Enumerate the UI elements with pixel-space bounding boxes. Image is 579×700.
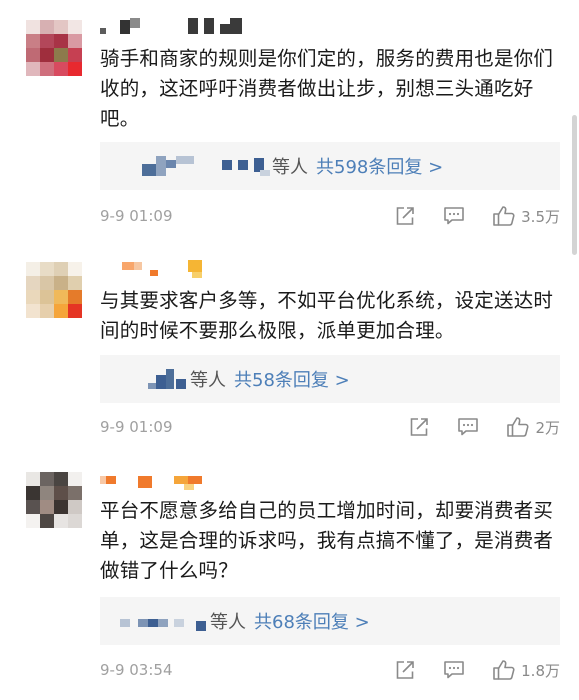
- comment-icon[interactable]: [443, 660, 465, 680]
- thumbs-up-icon: [493, 660, 515, 680]
- comment-icon[interactable]: [443, 206, 465, 226]
- comment-meta: 9-9 03:54 1.8万: [100, 658, 560, 682]
- reply-suffix: 等人: [210, 612, 246, 633]
- thumbs-up-icon: [493, 206, 515, 226]
- username-mosaic[interactable]: [100, 472, 220, 492]
- reply-count-link[interactable]: 共58条回复 >: [234, 366, 350, 392]
- avatar[interactable]: [26, 262, 82, 318]
- comment-text: 骑手和商家的规则是你们定的，服务的费用也是你们收的，这还呼吁消费者做出让步，别想…: [100, 47, 554, 130]
- timestamp: 9-9 01:09: [100, 207, 173, 225]
- username-mosaic[interactable]: [100, 260, 220, 280]
- reply-count-link[interactable]: 共68条回复 >: [254, 608, 370, 634]
- avatar[interactable]: [26, 472, 82, 528]
- comment-meta: 9-9 01:09 2万: [100, 415, 560, 439]
- like-count: 3.5万: [521, 207, 560, 226]
- reply-suffix: 等人: [190, 370, 226, 391]
- reply-count-link[interactable]: 共598条回复 >: [316, 153, 443, 179]
- share-icon[interactable]: [395, 206, 416, 226]
- comment-text: 平台不愿意多给自己的员工增加时间，却要消费者买单，这是合理的诉求吗，我有点搞不懂…: [100, 499, 554, 582]
- comment-icon[interactable]: [457, 417, 479, 437]
- avatar[interactable]: [26, 20, 82, 76]
- replier-avatars-mosaic: [148, 369, 188, 389]
- like-count: 2万: [535, 418, 560, 437]
- replier-avatars-mosaic: [120, 611, 208, 631]
- reply-summary[interactable]: 等人 共68条回复 >: [100, 597, 560, 645]
- share-icon[interactable]: [395, 660, 416, 680]
- share-icon[interactable]: [409, 417, 430, 437]
- reply-summary[interactable]: 等人 共58条回复 >: [100, 355, 560, 403]
- like-button[interactable]: 2万: [506, 416, 560, 438]
- reply-suffix: 等人: [272, 157, 308, 178]
- timestamp: 9-9 03:54: [100, 661, 173, 679]
- username-mosaic[interactable]: [100, 18, 260, 38]
- reply-summary[interactable]: 等人 共598条回复 >: [100, 142, 560, 190]
- like-count: 1.8万: [521, 661, 560, 680]
- scrollbar[interactable]: [572, 115, 577, 255]
- timestamp: 9-9 01:09: [100, 418, 173, 436]
- like-button[interactable]: 1.8万: [492, 659, 560, 681]
- comment-meta: 9-9 01:09 3.5万: [100, 204, 560, 228]
- comment-text: 与其要求客户多等，不如平台优化系统，设定送达时间的时候不要那么极限，派单更加合理…: [100, 289, 554, 342]
- thumbs-up-icon: [507, 417, 530, 437]
- replier-avatars-mosaic: [142, 156, 270, 176]
- like-button[interactable]: 3.5万: [492, 205, 560, 227]
